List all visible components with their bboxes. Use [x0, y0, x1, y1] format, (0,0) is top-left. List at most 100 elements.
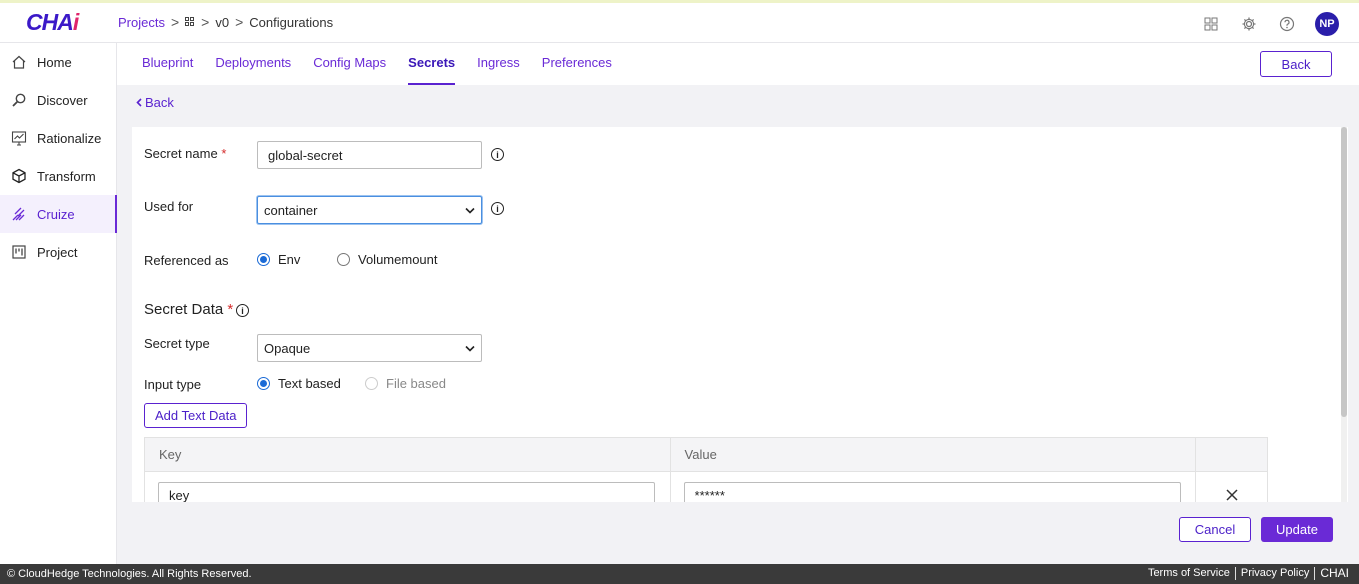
tab-secrets[interactable]: Secrets — [397, 43, 466, 85]
sidebar-item-transform[interactable]: Transform — [0, 157, 116, 195]
breadcrumb-current: Configurations — [249, 14, 334, 30]
chevron-left-icon — [136, 98, 142, 107]
back-link-label: Back — [145, 95, 174, 110]
rationalize-icon — [10, 129, 28, 147]
info-icon[interactable]: i — [236, 304, 249, 317]
info-icon[interactable]: i — [491, 202, 504, 215]
secret-name-input[interactable] — [257, 141, 482, 169]
tabs: Blueprint Deployments Config Maps Secret… — [131, 43, 623, 85]
column-header-value: Value — [671, 438, 1197, 471]
radio-env-label: Env — [278, 252, 301, 267]
sidebar: Home Discover Rationalize Transform Crui… — [0, 43, 117, 564]
apps-grid-icon[interactable] — [1201, 14, 1221, 34]
sidebar-item-label: Project — [37, 244, 78, 260]
back-button[interactable]: Back — [1260, 51, 1332, 77]
scrollbar-thumb[interactable] — [1341, 127, 1347, 417]
radio-unchecked-icon — [337, 253, 350, 266]
radio-checked-icon — [257, 377, 270, 390]
user-avatar[interactable]: NP — [1315, 12, 1339, 36]
secret-type-value: Opaque — [264, 340, 311, 356]
secret-form-panel: Secret name * i Used for container i Ref… — [132, 127, 1348, 502]
radio-checked-icon — [257, 253, 270, 266]
gear-icon[interactable] — [1239, 14, 1259, 34]
breadcrumb-separator: > — [170, 14, 180, 30]
key-cell — [145, 472, 671, 502]
radio-volumemount[interactable]: Volumemount — [337, 252, 438, 267]
footer: © CloudHedge Technologies. All Rights Re… — [0, 564, 1359, 584]
tab-ingress[interactable]: Ingress — [466, 43, 531, 85]
input-type-label: Input type — [144, 377, 202, 392]
chevron-down-icon — [465, 345, 475, 352]
secret-data-title: Secret Data * — [144, 301, 234, 318]
update-button[interactable]: Update — [1261, 517, 1333, 542]
cancel-button[interactable]: Cancel — [1179, 517, 1251, 542]
tab-bar: Blueprint Deployments Config Maps Secret… — [117, 43, 1359, 85]
radio-unchecked-icon — [365, 377, 378, 390]
delete-row-button[interactable] — [1196, 472, 1267, 502]
close-icon — [1226, 489, 1238, 501]
breadcrumb: Projects > > v0 > Configurations — [118, 14, 333, 30]
sidebar-item-cruize[interactable]: Cruize — [0, 195, 117, 233]
form-actions: Cancel Update — [1179, 517, 1333, 542]
footer-links: Terms of Service Privacy Policy CHAI — [1143, 567, 1349, 580]
logo-text: CHA — [26, 9, 74, 35]
radio-file-based-label: File based — [386, 376, 446, 391]
cruize-icon — [10, 205, 28, 223]
sidebar-item-label: Discover — [37, 92, 88, 108]
tab-preferences[interactable]: Preferences — [531, 43, 623, 85]
add-text-data-button[interactable]: Add Text Data — [144, 403, 248, 428]
sidebar-item-project[interactable]: Project — [0, 233, 116, 271]
grid-icon[interactable] — [185, 17, 195, 27]
project-icon — [10, 243, 28, 261]
logo-accent: i — [72, 9, 79, 35]
radio-env[interactable]: Env — [257, 252, 300, 267]
sidebar-item-label: Transform — [37, 168, 96, 184]
secret-type-label: Secret type — [144, 336, 210, 351]
value-cell — [671, 472, 1197, 502]
radio-file-based[interactable]: File based — [365, 376, 446, 391]
footer-terms-link[interactable]: Terms of Service — [1143, 567, 1236, 580]
sidebar-item-discover[interactable]: Discover — [0, 81, 116, 119]
tab-blueprint[interactable]: Blueprint — [131, 43, 204, 85]
secret-type-select[interactable]: Opaque — [257, 334, 482, 362]
sidebar-item-label: Cruize — [37, 206, 75, 222]
used-for-label: Used for — [144, 199, 194, 214]
referenced-as-label: Referenced as — [144, 253, 229, 268]
panel-scrollbar[interactable] — [1341, 127, 1347, 502]
used-for-value: container — [264, 202, 318, 218]
radio-volumemount-label: Volumemount — [358, 252, 438, 267]
value-input[interactable] — [683, 482, 1181, 502]
tab-config-maps[interactable]: Config Maps — [302, 43, 397, 85]
tab-deployments[interactable]: Deployments — [204, 43, 302, 85]
column-header-actions — [1196, 438, 1267, 471]
help-icon[interactable] — [1277, 14, 1297, 34]
info-icon[interactable]: i — [491, 148, 504, 161]
secret-name-label: Secret name * — [144, 146, 227, 161]
chevron-down-icon — [465, 207, 475, 214]
secret-data-table: Key Value — [144, 437, 1268, 502]
back-link[interactable]: Back — [136, 95, 174, 110]
table-header: Key Value — [145, 438, 1267, 472]
used-for-select[interactable]: container — [257, 196, 482, 224]
sidebar-item-label: Home — [37, 54, 72, 70]
column-header-key: Key — [145, 438, 671, 471]
sidebar-item-home[interactable]: Home — [0, 43, 116, 81]
sidebar-item-label: Rationalize — [37, 130, 102, 146]
breadcrumb-version[interactable]: v0 — [215, 15, 229, 30]
footer-brand: CHAI — [1320, 566, 1349, 580]
breadcrumb-separator: > — [201, 14, 210, 30]
breadcrumb-separator: > — [235, 14, 244, 30]
sidebar-item-rationalize[interactable]: Rationalize — [0, 119, 116, 157]
footer-copyright: © CloudHedge Technologies. All Rights Re… — [7, 568, 252, 580]
required-mark: * — [221, 146, 227, 161]
chai-logo[interactable]: CHAi — [26, 9, 79, 36]
discover-icon — [10, 91, 28, 109]
key-input[interactable] — [158, 482, 655, 502]
radio-text-based[interactable]: Text based — [257, 376, 341, 391]
transform-icon — [10, 167, 28, 185]
table-row — [145, 472, 1267, 502]
breadcrumb-projects[interactable]: Projects — [118, 15, 165, 30]
top-icons: NP — [1201, 12, 1339, 36]
footer-privacy-link[interactable]: Privacy Policy — [1236, 567, 1316, 580]
radio-text-based-label: Text based — [278, 376, 341, 391]
